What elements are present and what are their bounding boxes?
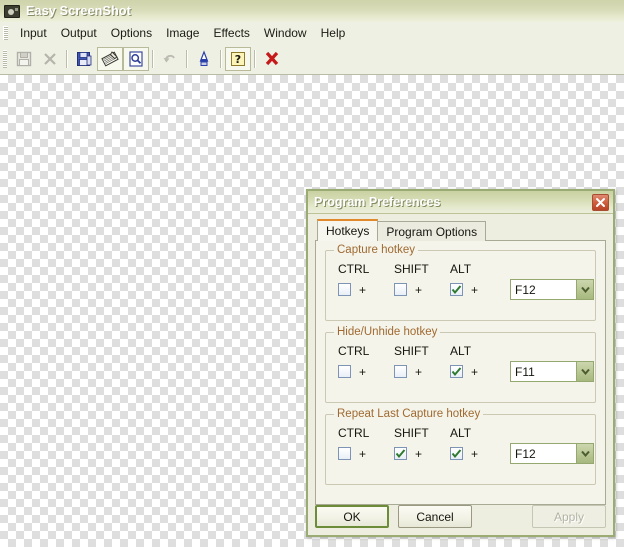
menu-item-help[interactable]: Help	[314, 24, 353, 42]
plus-separator: +	[415, 282, 423, 297]
label-shift: SHIFT	[394, 426, 429, 440]
plus-separator: +	[359, 364, 367, 379]
label-shift: SHIFT	[394, 262, 429, 276]
toolbar-separator	[220, 50, 222, 68]
undo-icon	[157, 47, 183, 71]
label-alt: ALT	[450, 426, 472, 440]
checkbox-alt[interactable]	[450, 447, 463, 460]
toolbar-separator	[254, 50, 256, 68]
dialog-body: Hotkeys Program Options Capture hotkey C…	[308, 214, 613, 535]
menu-item-window[interactable]: Window	[257, 24, 314, 42]
checkbox-shift[interactable]	[394, 447, 407, 460]
menu-item-options[interactable]: Options	[104, 24, 159, 42]
toolbar-separator	[152, 50, 154, 68]
checkbox-ctrl[interactable]	[338, 365, 351, 378]
label-shift: SHIFT	[394, 344, 429, 358]
chevron-down-icon[interactable]	[576, 280, 593, 299]
help-question-icon[interactable]: ?	[225, 47, 251, 71]
key-dropdown-value: F12	[515, 446, 536, 461]
toolbar: ?	[0, 44, 624, 75]
hotkeys-tab-panel: Capture hotkey CTRL SHIFT ALT + + + F12 …	[315, 240, 606, 505]
key-dropdown-capture[interactable]: F12	[510, 279, 594, 300]
window-title: Easy ScreenShot	[26, 4, 132, 18]
save-icon	[11, 47, 37, 71]
group-label-hide-unhide-hotkey: Hide/Unhide hotkey	[334, 326, 441, 338]
key-dropdown-hide-unhide[interactable]: F11	[510, 361, 594, 382]
toolbar-separator	[186, 50, 188, 68]
group-label-capture-hotkey: Capture hotkey	[334, 244, 418, 256]
color-picker-icon[interactable]	[191, 47, 217, 71]
menubar-grip[interactable]	[3, 26, 8, 40]
plus-separator: +	[415, 364, 423, 379]
group-label-repeat-last-capture-hotkey: Repeat Last Capture hotkey	[334, 408, 484, 420]
camera-icon	[4, 4, 20, 18]
checkbox-ctrl[interactable]	[338, 447, 351, 460]
plus-separator: +	[415, 446, 423, 461]
dialog-titlebar: Program Preferences	[308, 191, 613, 214]
save-as-icon[interactable]	[71, 47, 97, 71]
cancel-button[interactable]: Cancel	[398, 505, 472, 528]
toolbar-separator	[66, 50, 68, 68]
close-x-icon	[37, 47, 63, 71]
dialog-button-row: OK Cancel Apply	[315, 505, 606, 528]
menu-item-input[interactable]: Input	[13, 24, 54, 42]
capture-region-icon[interactable]	[97, 47, 123, 71]
checkbox-alt[interactable]	[450, 365, 463, 378]
key-dropdown-value: F11	[515, 364, 535, 379]
menubar: Input Output Options Image Effects Windo…	[0, 22, 624, 45]
window-titlebar: Easy ScreenShot	[0, 0, 624, 23]
dialog-title: Program Preferences	[314, 195, 441, 209]
checkbox-alt[interactable]	[450, 283, 463, 296]
label-alt: ALT	[450, 262, 472, 276]
tab-program-options[interactable]: Program Options	[377, 221, 487, 241]
menu-item-effects[interactable]: Effects	[206, 24, 256, 42]
plus-separator: +	[471, 446, 479, 461]
key-dropdown-repeat-last-capture[interactable]: F12	[510, 443, 594, 464]
preview-page-icon[interactable]	[123, 47, 149, 71]
hide-unhide-hotkey-group: Hide/Unhide hotkey CTRL SHIFT ALT + + + …	[325, 326, 596, 403]
application-window: Easy ScreenShot Input Output Options Ima…	[0, 0, 624, 547]
plus-separator: +	[359, 282, 367, 297]
plus-separator: +	[471, 282, 479, 297]
label-ctrl: CTRL	[338, 426, 370, 440]
label-ctrl: CTRL	[338, 344, 370, 358]
menu-item-output[interactable]: Output	[54, 24, 104, 42]
menu-item-image[interactable]: Image	[159, 24, 206, 42]
checkbox-ctrl[interactable]	[338, 283, 351, 296]
close-icon[interactable]	[592, 193, 609, 211]
repeat-last-capture-hotkey-group: Repeat Last Capture hotkey CTRL SHIFT AL…	[325, 408, 596, 485]
checkbox-shift[interactable]	[394, 283, 407, 296]
toolbar-grip[interactable]	[3, 50, 7, 68]
chevron-down-icon[interactable]	[576, 362, 593, 381]
checkbox-shift[interactable]	[394, 365, 407, 378]
svg-text:?: ?	[235, 53, 241, 66]
chevron-down-icon[interactable]	[576, 444, 593, 463]
key-dropdown-value: F12	[515, 282, 536, 297]
ok-button[interactable]: OK	[315, 505, 389, 528]
label-ctrl: CTRL	[338, 262, 370, 276]
capture-hotkey-group: Capture hotkey CTRL SHIFT ALT + + + F12	[325, 244, 596, 321]
tab-hotkeys[interactable]: Hotkeys	[317, 219, 379, 241]
program-preferences-dialog: Program Preferences Hotkeys Program Opti…	[306, 189, 615, 537]
apply-button: Apply	[532, 505, 606, 528]
plus-separator: +	[471, 364, 479, 379]
exit-red-x-icon[interactable]	[259, 47, 285, 71]
dialog-tabstrip: Hotkeys Program Options	[317, 219, 606, 241]
label-alt: ALT	[450, 344, 472, 358]
plus-separator: +	[359, 446, 367, 461]
